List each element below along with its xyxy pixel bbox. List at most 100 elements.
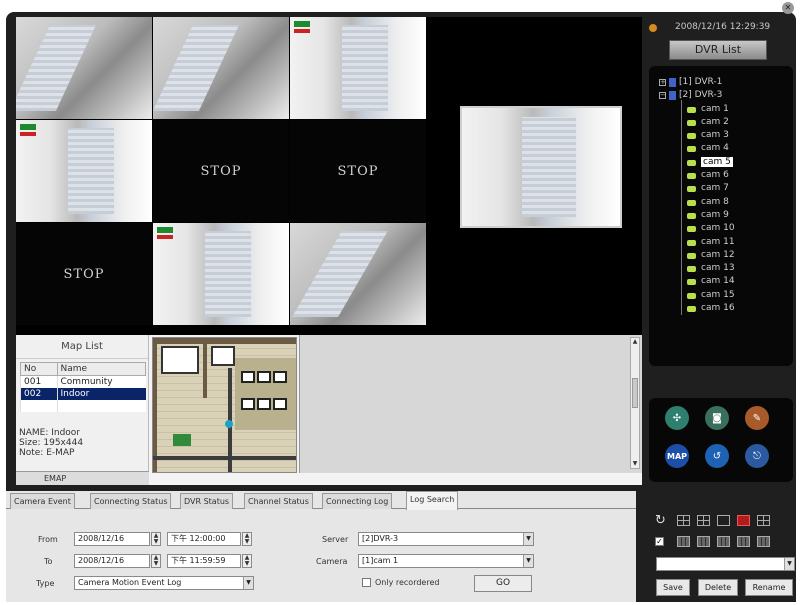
tab-camera-event[interactable]: Camera Event — [10, 493, 75, 509]
tree-camera[interactable]: cam 10 — [649, 219, 793, 236]
dvr-client-window: STOP STOP STOP Map List No Name 001 Comm… — [6, 2, 796, 602]
layout-a-icon[interactable] — [677, 536, 690, 547]
from-time-field[interactable]: 下午 12:00:00 — [167, 532, 241, 546]
emap-tab[interactable]: EMAP — [16, 471, 149, 485]
refresh-icon[interactable]: ↺ — [705, 444, 729, 468]
camera-tile-selected[interactable] — [153, 223, 289, 325]
tab-connecting-status[interactable]: Connecting Status — [90, 493, 172, 509]
delete-button[interactable]: Delete — [698, 579, 738, 596]
tool-icons: ✣ ◙ ✎ MAP ↺ ⎋ — [649, 398, 793, 482]
tab-log-search[interactable]: Log Search — [406, 491, 459, 510]
layout-select[interactable]: ▼ — [656, 557, 795, 571]
layout-c-icon[interactable] — [717, 536, 730, 547]
tree-server[interactable]: − [2] DVR-3 — [649, 89, 793, 102]
layout-checkbox[interactable]: ✓ — [655, 537, 664, 546]
camera-tile[interactable] — [290, 223, 426, 325]
map-list-title: Map List — [16, 335, 148, 359]
tree-camera[interactable]: cam 2 — [649, 112, 793, 129]
tree-camera[interactable]: cam 8 — [649, 192, 793, 209]
camera-icon — [687, 146, 696, 153]
stop-label: STOP — [337, 163, 379, 179]
layout-e-icon[interactable] — [757, 536, 770, 547]
camera-tile[interactable] — [153, 17, 289, 119]
tree-camera[interactable]: cam 4 — [649, 139, 793, 156]
layout-9-icon[interactable] — [737, 515, 750, 526]
settings-icon[interactable]: ✎ — [745, 406, 769, 430]
tab-connecting-log[interactable]: Connecting Log — [322, 493, 393, 509]
camera-tile-selected[interactable] — [16, 120, 152, 222]
camera-label: cam 9 — [701, 209, 729, 220]
exit-icon[interactable]: ⎋ — [745, 444, 769, 468]
camera-icon — [687, 159, 696, 166]
camera-label: cam 13 — [701, 263, 735, 274]
tree-camera[interactable]: cam 15 — [649, 285, 793, 302]
camera-tile-stopped[interactable]: STOP — [16, 223, 152, 325]
layout-d-icon[interactable] — [737, 536, 750, 547]
go-button[interactable]: GO — [474, 575, 532, 592]
dvr-panel: 2008/12/16 12:29:39 ✕ DVR List + [1] DVR… — [643, 2, 796, 487]
ptz-icon[interactable]: ✣ — [665, 406, 689, 430]
camera-icon — [687, 186, 696, 193]
map-camera-icon[interactable] — [225, 420, 233, 428]
camera-tile-selected[interactable] — [290, 17, 426, 119]
map-scrollbar[interactable]: ▲ ▼ — [630, 337, 640, 469]
table-row-selected[interactable]: 002 Indoor — [20, 388, 146, 400]
tree-camera[interactable]: cam 9 — [649, 205, 793, 222]
snapshot-icon[interactable]: ◙ — [705, 406, 729, 430]
layout-1-icon[interactable] — [717, 515, 730, 526]
tree-server[interactable]: + [1] DVR-1 — [649, 76, 793, 89]
map-list: Map List No Name 001 Community 002 Indoo… — [16, 335, 149, 471]
from-time-spinner[interactable]: ▲ ▼ — [242, 532, 252, 546]
camera-tile-stopped[interactable]: STOP — [153, 120, 289, 222]
tab-dvr-status[interactable]: DVR Status — [180, 493, 234, 509]
dvr-list-header: DVR List — [669, 40, 767, 60]
tree-camera[interactable]: cam 16 — [649, 299, 793, 316]
camera-select[interactable]: [1]cam 1 ▼ — [358, 554, 534, 568]
from-date-field[interactable]: 2008/12/16 — [74, 532, 150, 546]
type-label: Type — [36, 579, 55, 588]
camera-tile-stopped[interactable]: STOP — [290, 120, 426, 222]
only-recorded-checkbox[interactable] — [362, 578, 371, 587]
layout-16-icon[interactable] — [757, 515, 770, 526]
save-button[interactable]: Save — [656, 579, 690, 596]
map-detail-area: ▲ ▼ — [299, 335, 642, 473]
enlarged-camera-view[interactable] — [460, 106, 622, 228]
rename-button[interactable]: Rename — [745, 579, 793, 596]
to-time-field[interactable]: 下午 11:59:59 — [167, 554, 241, 568]
tree-camera[interactable]: cam 5 — [649, 152, 793, 169]
camera-label: cam 5 — [701, 156, 733, 167]
log-tabs: Camera Event Connecting Status DVR Statu… — [6, 491, 636, 510]
tree-camera[interactable]: cam 7 — [649, 179, 793, 196]
map-table: No Name 001 Community 002 Indoor — [20, 362, 147, 412]
chevron-down-icon: ▼ — [243, 577, 253, 589]
server-select[interactable]: [2]DVR-3 ▼ — [358, 532, 534, 546]
tree-camera[interactable]: cam 1 — [649, 99, 793, 116]
tree-camera[interactable]: cam 13 — [649, 259, 793, 276]
camera-tile[interactable] — [16, 17, 152, 119]
map-info-note: Note: E-MAP — [19, 448, 75, 458]
to-time-spinner[interactable]: ▲ ▼ — [242, 554, 252, 568]
layout-4-icon[interactable] — [677, 515, 690, 526]
map-icon[interactable]: MAP — [665, 444, 689, 468]
type-select[interactable]: Camera Motion Event Log ▼ — [74, 576, 254, 590]
to-date-field[interactable]: 2008/12/16 — [74, 554, 150, 568]
tree-camera[interactable]: cam 12 — [649, 245, 793, 262]
from-date-spinner[interactable]: ▲ ▼ — [151, 532, 161, 546]
rotate-icon[interactable]: ↻ — [655, 513, 666, 528]
stop-label: STOP — [200, 163, 242, 179]
column-header-no[interactable]: No — [20, 362, 58, 376]
column-header-name[interactable]: Name — [56, 362, 147, 376]
close-icon[interactable]: ✕ — [782, 2, 794, 14]
camera-icon — [687, 252, 696, 259]
floor-plan-map[interactable] — [152, 337, 297, 473]
tab-channel-status[interactable]: Channel Status — [244, 493, 313, 509]
tree-camera[interactable]: cam 3 — [649, 126, 793, 143]
tree-camera[interactable]: cam 6 — [649, 166, 793, 183]
layout-b-icon[interactable] — [697, 536, 710, 547]
tree-camera[interactable]: cam 14 — [649, 272, 793, 289]
tree-camera[interactable]: cam 11 — [649, 232, 793, 249]
table-row[interactable]: 001 Community — [20, 375, 146, 388]
layout-6-icon[interactable] — [697, 515, 710, 526]
map-no: 002 — [20, 388, 58, 400]
to-date-spinner[interactable]: ▲ ▼ — [151, 554, 161, 568]
